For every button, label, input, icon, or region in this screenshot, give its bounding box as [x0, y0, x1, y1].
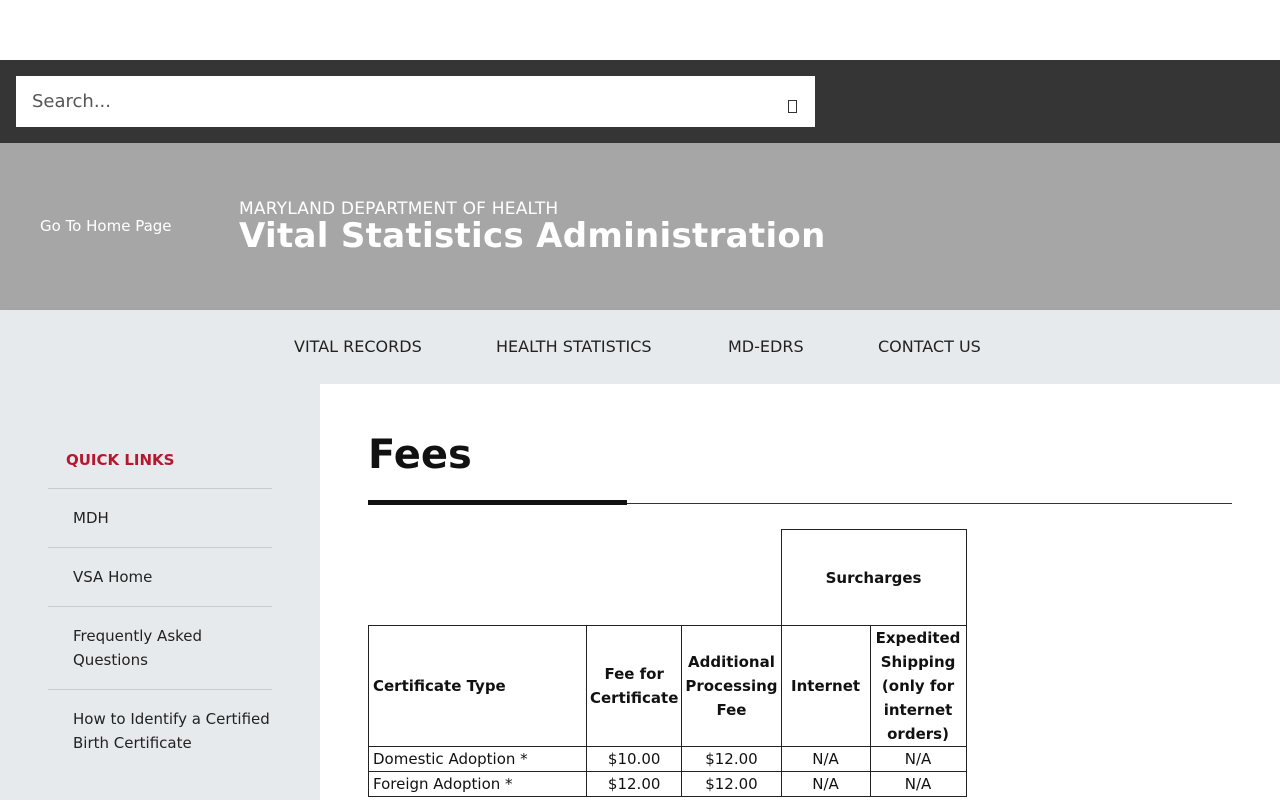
surcharges-header: Surcharges	[780, 529, 967, 626]
quick-link-faq[interactable]: Frequently Asked Questions	[48, 606, 272, 689]
quick-links-heading: QUICK LINKS	[66, 451, 175, 469]
cell-processing-fee: $12.00	[681, 746, 782, 772]
cell-fee: $10.00	[585, 746, 683, 772]
table-row: Foreign Adoption * $12.00 $12.00 N/A N/A	[368, 771, 967, 797]
top-search-bar	[0, 60, 1280, 143]
title-accent-bar	[368, 500, 627, 505]
cell-certificate-type: Domestic Adoption *	[368, 746, 587, 772]
page-title: Fees	[368, 432, 472, 478]
home-logo-link[interactable]: Go To Home Page	[40, 217, 172, 235]
cell-internet: N/A	[780, 771, 871, 797]
nav-md-edrs[interactable]: MD-EDRS	[728, 337, 804, 356]
agency-name[interactable]: Vital Statistics Administration	[239, 216, 826, 256]
cell-certificate-type: Foreign Adoption *	[368, 771, 587, 797]
nav-contact-us[interactable]: CONTACT US	[878, 337, 981, 356]
main-nav: VITAL RECORDS HEALTH STATISTICS MD-EDRS …	[0, 310, 1280, 384]
table-blank-cell	[369, 530, 782, 626]
col-internet: Internet	[780, 625, 871, 747]
cell-fee: $12.00	[585, 771, 683, 797]
quick-link-mdh[interactable]: MDH	[48, 488, 272, 547]
site-banner: Go To Home Page MARYLAND DEPARTMENT OF H…	[0, 143, 1280, 310]
quick-link-vsa-home[interactable]: VSA Home	[48, 547, 272, 606]
cell-internet: N/A	[780, 746, 871, 772]
table-row: Domestic Adoption * $10.00 $12.00 N/A N/…	[368, 746, 967, 772]
cell-processing-fee: $12.00	[681, 771, 782, 797]
search-icon	[787, 99, 797, 113]
search-input[interactable]	[16, 76, 776, 127]
cell-expedited: N/A	[869, 746, 967, 772]
search-button[interactable]	[776, 86, 808, 118]
quick-links-list: MDH VSA Home Frequently Asked Questions …	[48, 488, 272, 772]
nav-vital-records[interactable]: VITAL RECORDS	[294, 337, 422, 356]
nav-health-statistics[interactable]: HEALTH STATISTICS	[496, 337, 652, 356]
col-processing-fee: Additional Processing Fee	[681, 625, 782, 747]
sidebar: QUICK LINKS MDH VSA Home Frequently Aske…	[0, 384, 320, 800]
col-certificate-type: Certificate Type	[368, 625, 587, 747]
cell-expedited: N/A	[869, 771, 967, 797]
col-expedited-shipping: Expedited Shipping (only for internet or…	[869, 625, 967, 747]
search-box	[16, 76, 815, 127]
quick-link-identify-certificate[interactable]: How to Identify a Certified Birth Certif…	[48, 689, 272, 772]
fees-table: Surcharges Certificate Type Fee for Cert…	[368, 529, 967, 797]
col-fee-for-certificate: Fee for Certificate	[585, 625, 683, 747]
main-content: Fees Surcharges Certificate Type Fee for…	[320, 384, 1280, 800]
